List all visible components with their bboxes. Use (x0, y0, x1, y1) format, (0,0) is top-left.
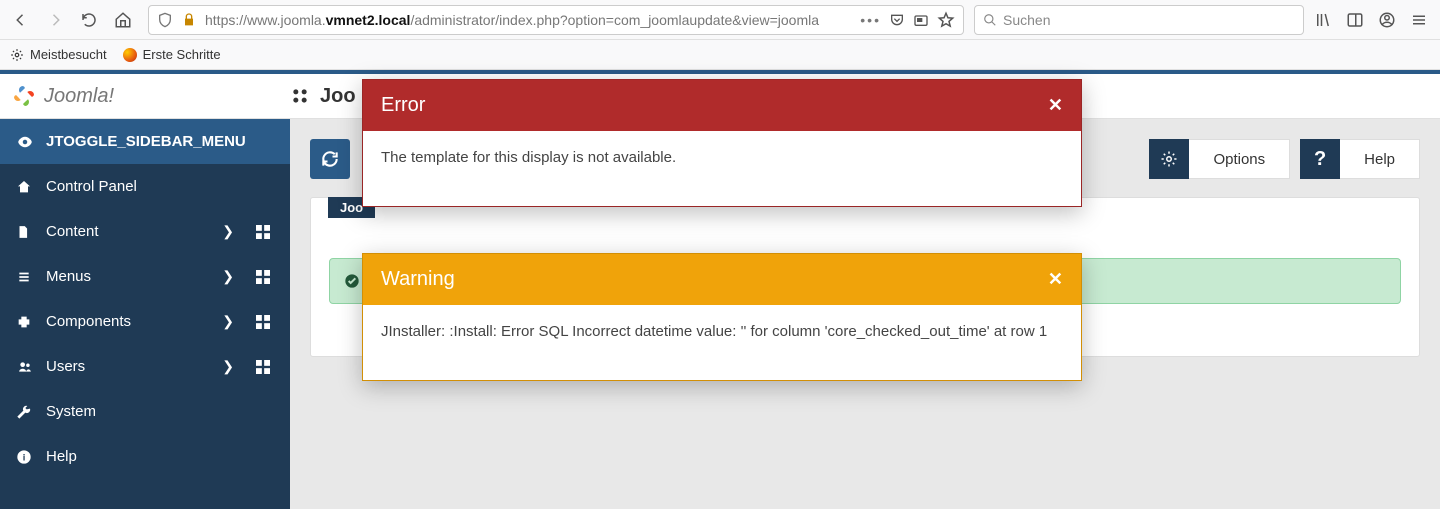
close-icon[interactable]: ✕ (1048, 95, 1063, 116)
options-label: Options (1189, 139, 1290, 179)
url-text: https://www.joomla.vmnet2.local/administ… (205, 12, 852, 28)
firefox-icon (123, 48, 137, 62)
shield-icon (157, 12, 173, 28)
wrench-icon (16, 404, 34, 420)
sidebar-item-label: Menus (46, 268, 91, 285)
error-modal-body: The template for this display is not ava… (363, 131, 1081, 206)
sidebar-item-components[interactable]: Components ❯ (0, 299, 290, 344)
users-icon (16, 360, 34, 374)
question-icon: ? (1300, 139, 1340, 179)
arrow-right-icon (46, 11, 64, 29)
search-bar[interactable]: Suchen (974, 5, 1304, 35)
list-icon (16, 270, 34, 284)
sidebar-item-label: Help (46, 448, 77, 465)
more-icon[interactable]: ••• (860, 12, 881, 28)
page-title: Joo (290, 85, 356, 108)
grid-icon[interactable] (256, 270, 270, 284)
check-circle-icon (344, 273, 360, 289)
bookmark-label: Erste Schritte (143, 47, 221, 62)
app-logo[interactable]: Joomla! (0, 84, 290, 108)
grid-icon[interactable] (256, 360, 270, 374)
gear-icon (1149, 139, 1189, 179)
eye-icon (16, 133, 34, 151)
error-modal-header: Error ✕ (363, 80, 1081, 131)
arrow-left-icon (12, 11, 30, 29)
panel-tab-label: Joo (340, 200, 363, 215)
joomla-logo-icon (290, 86, 310, 106)
forward-button[interactable] (40, 5, 70, 35)
sidebar-item-label: System (46, 403, 96, 420)
menu-button[interactable] (1404, 5, 1434, 35)
sidebar: JTOGGLE_SIDEBAR_MENU Control Panel Conte… (0, 119, 290, 509)
error-modal-title: Error (381, 94, 425, 117)
help-button[interactable]: ? Help (1300, 139, 1420, 179)
page-title-text: Joo (320, 85, 356, 108)
sidebar-item-label: Control Panel (46, 178, 137, 195)
sidebar-toggle[interactable]: JTOGGLE_SIDEBAR_MENU (0, 119, 290, 164)
warning-modal-body: JInstaller: :Install: Error SQL Incorrec… (363, 305, 1081, 380)
puzzle-icon (16, 314, 34, 330)
home-icon (114, 11, 132, 29)
warning-modal-header: Warning ✕ (363, 254, 1081, 305)
sidebar-button[interactable] (1340, 5, 1370, 35)
bookmark-most-visited[interactable]: Meistbesucht (10, 47, 107, 62)
close-icon[interactable]: ✕ (1048, 269, 1063, 290)
joomla-logo-icon (12, 84, 36, 108)
account-button[interactable] (1372, 5, 1402, 35)
grid-icon[interactable] (256, 315, 270, 329)
browser-right-controls (1308, 5, 1434, 35)
options-button[interactable]: Options (1149, 139, 1290, 179)
sidebar-toggle-label: JTOGGLE_SIDEBAR_MENU (46, 133, 246, 150)
search-placeholder: Suchen (1003, 12, 1050, 28)
svg-text:i: i (23, 452, 26, 462)
account-icon (1378, 11, 1396, 29)
chevron-right-icon: ❯ (222, 358, 234, 375)
sidebar-item-label: Content (46, 223, 99, 240)
reload-icon (80, 11, 98, 29)
sidebar-item-control-panel[interactable]: Control Panel (0, 164, 290, 209)
chevron-right-icon: ❯ (222, 223, 234, 240)
warning-modal: Warning ✕ JInstaller: :Install: Error SQ… (362, 253, 1082, 381)
refresh-button[interactable] (310, 139, 350, 179)
sidebar-item-help[interactable]: i Help (0, 434, 290, 479)
chevron-right-icon: ❯ (222, 313, 234, 330)
sidebar-item-label: Components (46, 313, 131, 330)
file-icon (16, 224, 34, 240)
hamburger-icon (1410, 11, 1428, 29)
sidebar-item-menus[interactable]: Menus ❯ (0, 254, 290, 299)
chevron-right-icon: ❯ (222, 268, 234, 285)
back-button[interactable] (6, 5, 36, 35)
bookmark-label: Meistbesucht (30, 47, 107, 62)
sidebar-icon (1346, 11, 1364, 29)
screenshot-icon[interactable] (913, 12, 929, 28)
refresh-icon (320, 149, 340, 169)
reload-button[interactable] (74, 5, 104, 35)
warning-modal-title: Warning (381, 268, 455, 291)
star-icon[interactable] (937, 11, 955, 29)
gear-icon (10, 48, 24, 62)
sidebar-item-label: Users (46, 358, 85, 375)
lock-warning-icon (181, 12, 197, 28)
library-button[interactable] (1308, 5, 1338, 35)
bookmark-first-steps[interactable]: Erste Schritte (123, 47, 221, 62)
search-icon (983, 13, 997, 27)
sidebar-item-users[interactable]: Users ❯ (0, 344, 290, 389)
home-icon (16, 179, 34, 195)
sidebar-item-system[interactable]: System (0, 389, 290, 434)
grid-icon[interactable] (256, 225, 270, 239)
browser-toolbar: https://www.joomla.vmnet2.local/administ… (0, 0, 1440, 40)
pocket-icon[interactable] (889, 12, 905, 28)
url-bar[interactable]: https://www.joomla.vmnet2.local/administ… (148, 5, 964, 35)
help-label: Help (1340, 139, 1420, 179)
info-icon: i (16, 449, 34, 465)
brand-text: Joomla! (44, 85, 114, 108)
sidebar-item-content[interactable]: Content ❯ (0, 209, 290, 254)
error-modal: Error ✕ The template for this display is… (362, 79, 1082, 207)
bookmark-bar: Meistbesucht Erste Schritte (0, 40, 1440, 70)
home-button[interactable] (108, 5, 138, 35)
library-icon (1314, 11, 1332, 29)
